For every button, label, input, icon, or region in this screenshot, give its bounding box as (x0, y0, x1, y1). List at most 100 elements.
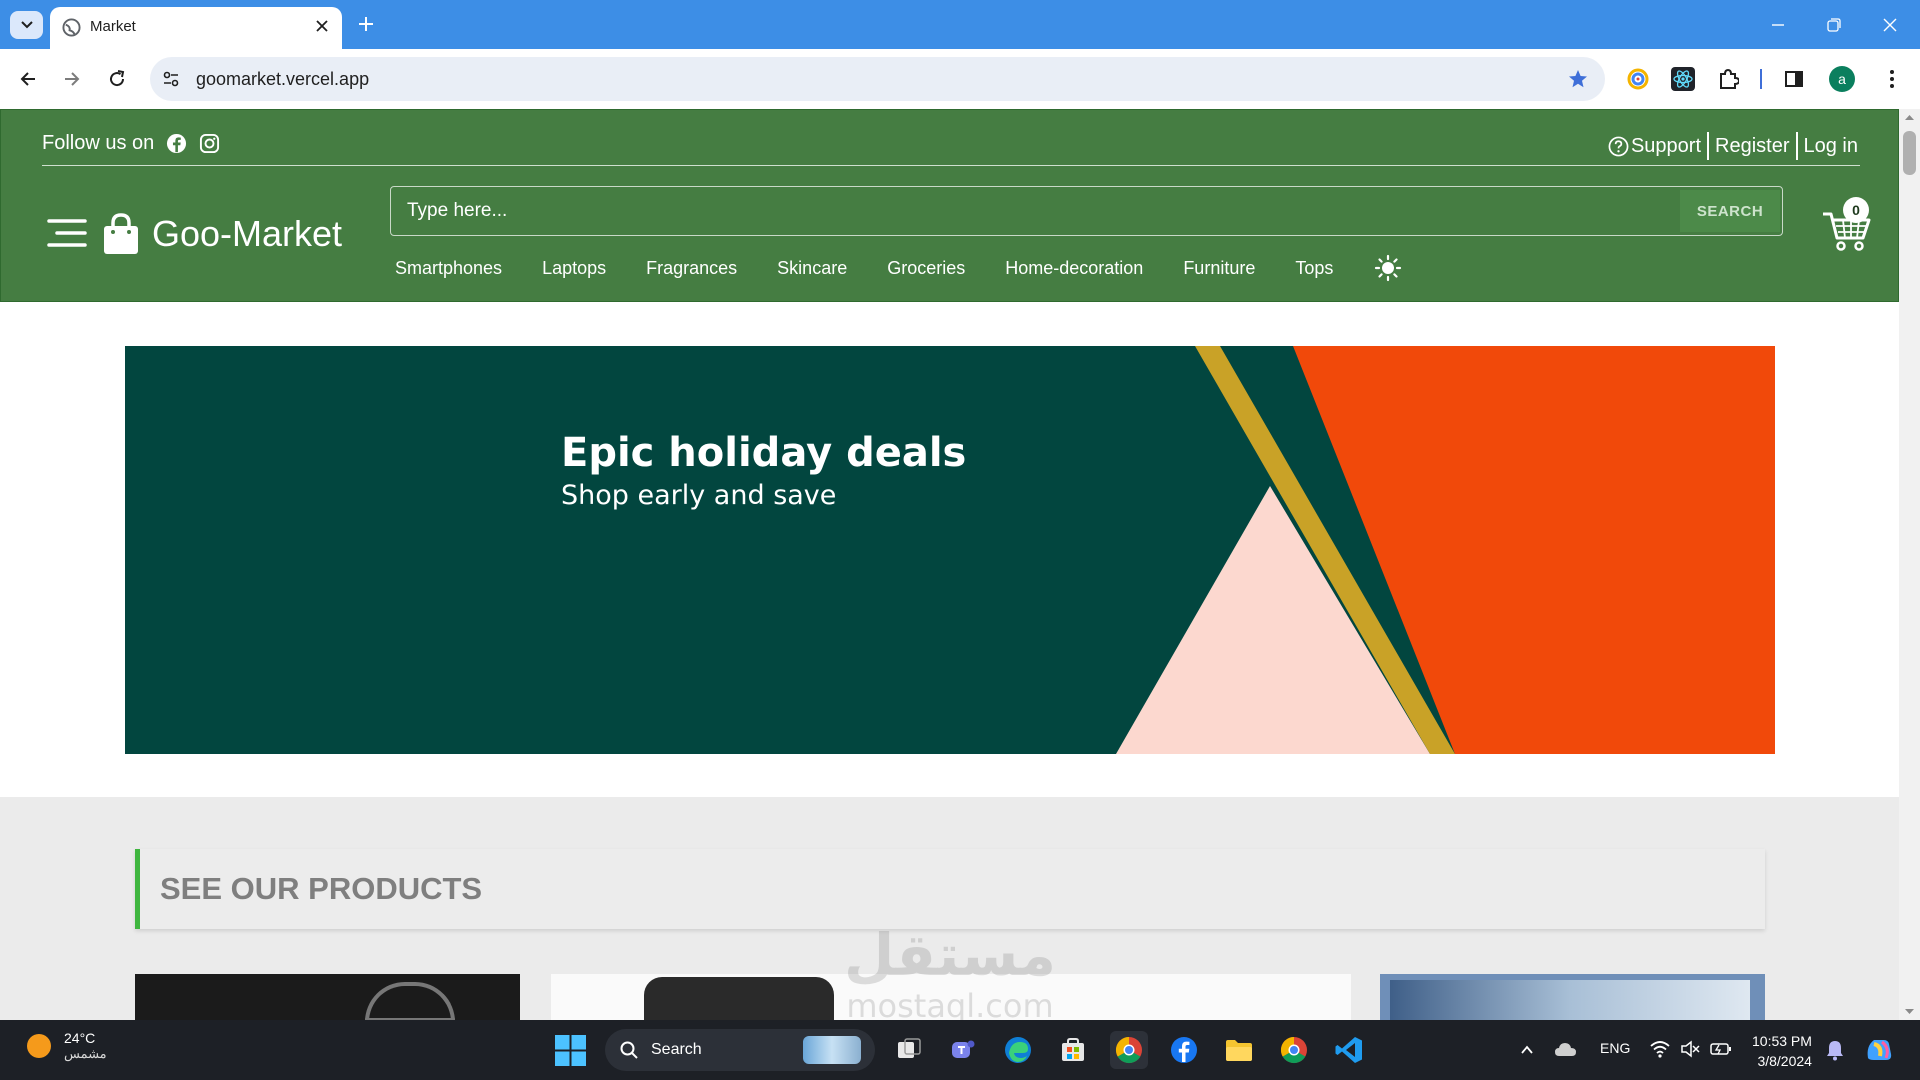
category-fragrances[interactable]: Fragrances (646, 258, 737, 279)
browser-toolbar: goomarket.vercel.app a (0, 49, 1920, 109)
edge-app[interactable] (999, 1031, 1037, 1069)
page-viewport: Follow us on Support Register Log in Goo… (0, 109, 1920, 1020)
minimize-button[interactable] (1765, 12, 1791, 38)
reload-icon (110, 70, 125, 87)
search-button[interactable]: SEARCH (1680, 190, 1780, 232)
category-groceries[interactable]: Groceries (887, 258, 965, 279)
site-logo[interactable]: Goo-Market (102, 213, 342, 255)
avatar-initial: a (1838, 71, 1846, 87)
product-card[interactable] (1380, 974, 1765, 1020)
product-card[interactable] (135, 974, 520, 1020)
sun-icon (1375, 254, 1402, 282)
forward-button[interactable] (56, 63, 88, 95)
products-heading-text: SEE OUR PRODUCTS (160, 871, 483, 906)
address-bar[interactable]: goomarket.vercel.app (150, 57, 1605, 101)
cart-count-badge: 0 (1843, 197, 1869, 223)
category-tops[interactable]: Tops (1295, 258, 1333, 279)
scroll-down-icon[interactable] (1899, 1002, 1920, 1020)
extension-react-devtools[interactable] (1669, 65, 1697, 93)
login-link[interactable]: Log in (1804, 135, 1859, 158)
facebook-app[interactable] (1165, 1031, 1203, 1069)
notification-bell-icon[interactable] (1825, 1039, 1845, 1061)
question-circle-icon (1608, 136, 1629, 156)
clock-date: 3/8/2024 (1757, 1053, 1812, 1069)
logo-text: Goo-Market (152, 213, 343, 254)
copilot-icon[interactable] (1864, 1036, 1894, 1064)
browser-tab-strip: Market (0, 0, 1920, 49)
bookmark-star-icon[interactable] (1567, 68, 1589, 90)
tab-search-button[interactable] (10, 11, 43, 39)
teams-icon (952, 1040, 975, 1058)
account-links: Support Register Log in (1608, 132, 1858, 160)
scroll-up-icon[interactable] (1899, 109, 1920, 127)
volume-muted-icon[interactable] (1680, 1040, 1700, 1058)
chrome-app[interactable] (1275, 1031, 1313, 1069)
scrollbar-thumb[interactable] (1903, 131, 1916, 175)
weather-temp: 24°C (64, 1030, 96, 1046)
browser-tab[interactable]: Market (50, 7, 342, 49)
side-panel-icon (1785, 71, 1803, 87)
windows-start-icon[interactable] (555, 1035, 586, 1066)
search-bar: SEARCH (390, 186, 1783, 236)
link-separator (1795, 132, 1798, 160)
close-window-button[interactable] (1877, 12, 1903, 38)
teams-app[interactable] (944, 1031, 982, 1069)
chrome-icon (1280, 1036, 1307, 1064)
category-home-decoration[interactable]: Home-decoration (1005, 258, 1143, 279)
shopping-bag-icon (104, 213, 138, 254)
chevron-up-icon[interactable] (1519, 1042, 1535, 1058)
language-indicator[interactable]: ENG (1600, 1040, 1630, 1056)
wifi-icon[interactable] (1650, 1040, 1670, 1058)
profile-button[interactable]: a (1828, 65, 1856, 93)
url-text: goomarket.vercel.app (196, 69, 370, 89)
site-settings-icon[interactable] (160, 68, 182, 90)
microsoft-store-app[interactable] (1054, 1031, 1092, 1069)
more-vertical-icon (1890, 70, 1894, 88)
watermark-logo: مستقل mostaql.com (844, 921, 1056, 1025)
hero-banner[interactable]: Epic holiday deals Shop early and save (125, 346, 1775, 754)
register-link[interactable]: Register (1715, 135, 1789, 158)
products-heading: SEE OUR PRODUCTS (135, 849, 1765, 929)
instagram-icon[interactable] (199, 133, 220, 154)
category-laptops[interactable]: Laptops (542, 258, 606, 279)
banner-subtitle: Shop early and save (561, 480, 837, 511)
vscode-app[interactable] (1330, 1031, 1368, 1069)
tab-title: Market (90, 18, 136, 35)
task-view-button[interactable] (890, 1031, 928, 1069)
restore-button[interactable] (1821, 12, 1847, 38)
menu-icon[interactable] (47, 218, 87, 248)
extensions-button[interactable] (1714, 65, 1742, 93)
theme-toggle[interactable] (1373, 253, 1403, 283)
new-tab-button[interactable] (354, 12, 378, 36)
sun-weather-icon (27, 1034, 51, 1058)
browser-menu-button[interactable] (1878, 65, 1906, 93)
battery-icon[interactable] (1710, 1041, 1732, 1057)
taskbar-search[interactable]: Search (605, 1029, 875, 1071)
chrome-app-active[interactable] (1110, 1031, 1148, 1069)
side-panel-button[interactable] (1780, 65, 1808, 93)
category-smartphones[interactable]: Smartphones (395, 258, 502, 279)
taskbar-search-label: Search (651, 1041, 702, 1058)
file-explorer-app[interactable] (1220, 1031, 1258, 1069)
back-button[interactable] (12, 63, 44, 95)
arrow-left-icon (20, 72, 35, 86)
onedrive-icon[interactable] (1554, 1040, 1578, 1060)
facebook-icon[interactable] (166, 133, 187, 154)
weather-widget[interactable]: 24°C مشمس (26, 1030, 107, 1062)
taskbar-clock[interactable]: 10:53 PM 3/8/2024 (1752, 1031, 1812, 1071)
page-scrollbar[interactable] (1899, 109, 1920, 1020)
product-image (1390, 980, 1750, 1020)
follow-us: Follow us on (42, 132, 220, 155)
reload-button[interactable] (101, 63, 133, 95)
category-furniture[interactable]: Furniture (1183, 258, 1255, 279)
arrow-right-icon (65, 72, 80, 86)
restore-icon (1827, 18, 1841, 32)
support-link[interactable]: Support (1631, 135, 1701, 158)
category-skincare[interactable]: Skincare (777, 258, 847, 279)
search-input[interactable] (391, 187, 1676, 235)
extension-color-picker[interactable] (1624, 65, 1652, 93)
link-separator (1707, 132, 1710, 160)
product-image (365, 982, 455, 1020)
close-tab-icon[interactable] (312, 16, 332, 36)
edge-icon (1005, 1037, 1031, 1063)
